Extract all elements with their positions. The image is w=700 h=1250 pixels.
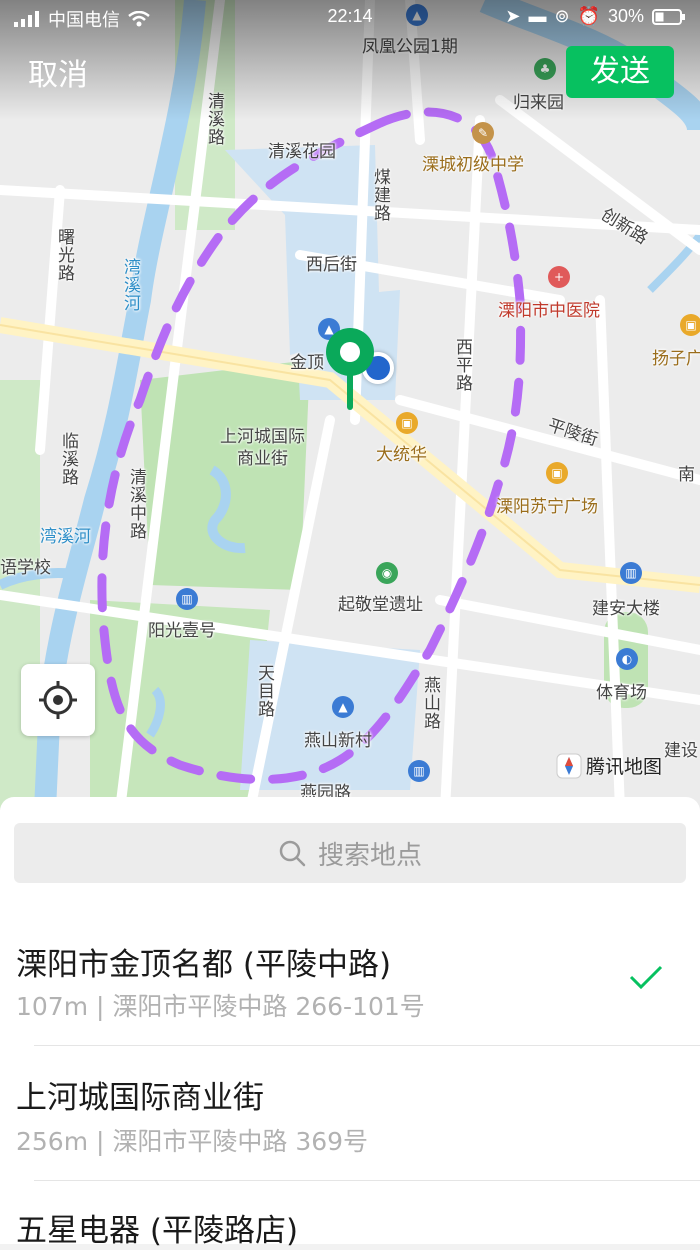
map-label: 归来园	[513, 93, 564, 113]
map-label: 语学校	[0, 558, 51, 578]
map-label: 溧城初级中学	[422, 155, 524, 175]
checkmark-icon	[629, 965, 663, 990]
send-button[interactable]: 发送	[566, 46, 674, 98]
map-label: 南	[678, 465, 695, 485]
compass-icon	[556, 753, 582, 778]
map-label: 金顶	[290, 353, 324, 373]
crosshair-icon	[39, 681, 77, 719]
search-icon	[279, 840, 306, 867]
shopping-icon: ▣	[396, 412, 418, 434]
map-label: 燕山新村	[304, 731, 372, 751]
building-icon: ▥	[408, 760, 430, 782]
map-label: 阳光壹号	[148, 621, 216, 641]
cancel-button[interactable]: 取消	[28, 50, 88, 94]
result-address: 107m | 溧阳市平陵中路 266-101号	[16, 992, 425, 1021]
map-label: 清溪路	[204, 92, 224, 146]
map-label: 建设	[664, 741, 698, 761]
map-label: 曙光路	[54, 228, 74, 282]
location-pin-icon[interactable]	[320, 322, 380, 412]
status-bar: 中国电信 22:14 ➤ ▬ ⊚ ⏰ 30%	[0, 0, 700, 36]
map-label: 西后街	[306, 255, 357, 275]
alarm-icon: ⏰	[577, 6, 600, 26]
map-label: 燕山路	[420, 676, 440, 730]
map-label: 上河城国际 商业街	[220, 427, 305, 469]
battery-icon	[652, 8, 685, 25]
result-name: 上河城国际商业街	[16, 1080, 264, 1116]
result-item[interactable]: 溧阳市金顶名都 (平陵中路) 107m | 溧阳市平陵中路 266-101号	[0, 917, 700, 1045]
map-label: 扬子广	[652, 349, 700, 369]
result-item[interactable]: 五星电器 (平陵路店)	[0, 1181, 700, 1249]
bed-icon: ▬	[528, 6, 547, 26]
map-label: 湾溪河	[40, 527, 91, 547]
search-placeholder: 搜索地点	[317, 840, 422, 871]
park-icon: ♣	[534, 58, 556, 80]
map-label: 体育场	[596, 683, 647, 703]
shopping-icon: ▣	[546, 462, 568, 484]
building-icon: ▲	[332, 696, 354, 718]
map-label: 天目路	[254, 664, 274, 718]
map-label: 溧阳市中医院	[498, 301, 600, 321]
map-label: 煤建路	[370, 168, 390, 222]
building-icon: ▥	[176, 588, 198, 610]
map-label: 清溪花园	[268, 142, 336, 162]
map-label: 西平路	[452, 338, 472, 392]
hospital-icon: +	[548, 266, 570, 288]
location-sheet: 搜索地点 溧阳市金顶名都 (平陵中路) 107m | 溧阳市平陵中路 266-1…	[0, 797, 700, 1249]
map-attribution: 腾讯地图	[556, 752, 662, 779]
result-item[interactable]: 上河城国际商业街 256m | 溧阳市平陵中路 369号	[0, 1046, 700, 1180]
map-label: 溧阳苏宁广场	[496, 497, 598, 517]
search-input[interactable]: 搜索地点	[14, 823, 686, 883]
recenter-button[interactable]	[21, 664, 95, 736]
result-name: 溧阳市金顶名都 (平陵中路)	[16, 947, 392, 983]
result-address: 256m | 溧阳市平陵中路 369号	[16, 1127, 369, 1156]
map-label: 湾溪河	[120, 258, 140, 312]
attribution-text: 腾讯地图	[586, 756, 663, 778]
map-label: 建安大楼	[592, 599, 660, 619]
map-label: 清溪中路	[126, 468, 146, 540]
battery-percent: 30%	[607, 6, 644, 26]
map-label: 大统华	[376, 445, 427, 465]
map-label: 起敬堂遗址	[338, 595, 423, 615]
building-icon: ▥	[620, 562, 642, 584]
location-arrow-icon: ➤	[505, 6, 521, 26]
shopping-icon: ▣	[680, 314, 700, 336]
result-name: 五星电器 (平陵路店)	[16, 1213, 299, 1249]
school-icon: ✎	[472, 122, 494, 144]
rotation-lock-icon: ⊚	[554, 6, 570, 26]
stadium-icon: ◐	[616, 648, 638, 670]
heritage-icon: ◉	[376, 562, 398, 584]
map-label: 临溪路	[58, 432, 78, 486]
map-view[interactable]: ▲ ♣ ✎ + ▲ ▣ ▣ ▣ ◉ ▥ ▥ ◐ ▲ ▥ 凤凰公园1期 归来园 清…	[0, 0, 700, 810]
